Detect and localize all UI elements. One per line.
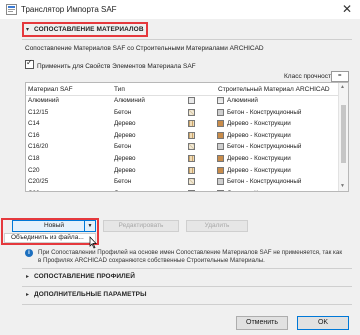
- mouse-cursor-icon: [89, 236, 97, 249]
- saf-hatch-swatch-icon: [188, 131, 195, 139]
- archicad-material-cell[interactable]: Бетон - Конструкционный: [227, 143, 301, 150]
- type-cell: Бетон: [114, 108, 132, 116]
- archicad-material-swatch-icon: [217, 97, 224, 104]
- materials-subtitle: Сопоставление Материалов SAF со Строител…: [25, 45, 264, 52]
- type-cell: Дерево: [114, 190, 136, 191]
- scrollbar-thumb[interactable]: [341, 105, 346, 163]
- saf-material-cell: C20: [28, 166, 40, 174]
- edit-button[interactable]: Редактировать: [103, 220, 179, 232]
- archicad-material-swatch-icon: [217, 154, 224, 162]
- table-row[interactable]: C20 Дерево Дерево - Конструкции: [26, 165, 340, 177]
- saf-material-cell: C22: [28, 190, 40, 191]
- section-divider: [22, 39, 352, 40]
- chevron-right-icon: ▸: [26, 274, 30, 280]
- archicad-material-cell[interactable]: Бетон - Конструкционный: [227, 109, 301, 116]
- column-header-type[interactable]: Тип: [114, 86, 125, 93]
- type-cell: Дерево: [114, 131, 136, 139]
- saf-hatch-swatch-icon: [188, 178, 195, 186]
- table-row[interactable]: C20/25 Бетон Бетон - Конструкционный: [26, 176, 340, 188]
- archicad-material-swatch-icon: [217, 143, 224, 151]
- saf-hatch-swatch-icon: [188, 97, 195, 104]
- type-cell: Дерево: [114, 166, 136, 174]
- table-row[interactable]: C16/20 Бетон Бетон - Конструкционный: [26, 141, 340, 153]
- close-icon[interactable]: ✕: [340, 2, 354, 16]
- table-row[interactable]: C22 Дерево Дерево - Конструкции: [26, 188, 340, 191]
- table-scrollbar[interactable]: ▲ ▼: [338, 83, 348, 191]
- materials-section-header[interactable]: ▾ СОПОСТАВЛЕНИЕ МАТЕРИАЛОВ: [26, 26, 144, 37]
- section-divider: [22, 304, 352, 305]
- extra-params-section-header[interactable]: ▸ ДОПОЛНИТЕЛЬНЫЕ ПАРАМЕТРЫ: [26, 291, 147, 302]
- archicad-material-swatch-icon: [217, 178, 224, 186]
- chevron-down-icon[interactable]: ▼: [84, 221, 95, 231]
- window-title: Транслятор Импорта SAF: [21, 5, 117, 14]
- saf-material-cell: C14: [28, 120, 40, 128]
- chevron-right-icon: ▸: [26, 292, 30, 298]
- section-divider: [22, 286, 352, 287]
- saf-material-cell: C16: [28, 131, 40, 139]
- checkbox-checked-icon[interactable]: [25, 58, 34, 69]
- section-divider: [22, 268, 352, 269]
- table-row[interactable]: C16 Дерево Дерево - Конструкции: [26, 130, 340, 142]
- materials-table: Материал SAF Тип Строительный Материал A…: [25, 82, 349, 192]
- table-body: Алюминий Алюминий Алюминий C12/15 Бетон Бетон…: [26, 95, 340, 191]
- scroll-down-icon[interactable]: ▼: [340, 183, 345, 189]
- saf-hatch-swatch-icon: [188, 108, 195, 116]
- table-row[interactable]: Алюминий Алюминий Алюминий: [26, 95, 340, 107]
- saf-hatch-swatch-icon: [188, 166, 195, 174]
- profiles-section-label: СОПОСТАВЛЕНИЕ ПРОФИЛЕЙ: [34, 273, 136, 280]
- delete-button[interactable]: Удалить: [186, 220, 248, 232]
- apply-checkbox-label: Применить для Свойств Элементов Материал…: [37, 63, 196, 70]
- saf-import-dialog: Транслятор Импорта SAF ✕ ▾ СОПОСТАВЛЕНИЕ …: [0, 0, 360, 335]
- title-bar: Транслятор Импорта SAF ✕: [0, 0, 360, 19]
- type-cell: Бетон: [114, 178, 132, 186]
- archicad-material-swatch-icon: [217, 131, 224, 139]
- archicad-material-cell[interactable]: Алюминий: [227, 97, 258, 104]
- merge-from-file-menu-item[interactable]: Объединить из файла...: [4, 233, 96, 243]
- strength-class-selector[interactable]: =: [331, 71, 349, 82]
- chevron-down-icon: ▾: [26, 27, 30, 33]
- apply-saf-properties-checkbox[interactable]: Применить для Свойств Элементов Материал…: [25, 58, 196, 70]
- archicad-material-cell[interactable]: Дерево - Конструкции: [227, 155, 291, 162]
- archicad-material-swatch-icon: [217, 166, 224, 174]
- archicad-material-swatch-icon: [217, 120, 224, 128]
- archicad-material-swatch-icon: [217, 108, 224, 116]
- archicad-material-cell[interactable]: Дерево - Конструкции: [227, 132, 291, 139]
- saf-material-cell: Алюминий: [28, 97, 59, 104]
- scroll-up-icon[interactable]: ▲: [340, 84, 345, 90]
- saf-hatch-swatch-icon: [188, 154, 195, 162]
- archicad-material-swatch-icon: [217, 189, 224, 191]
- saf-material-cell: C18: [28, 154, 40, 162]
- new-button-label: Новый: [43, 222, 65, 229]
- saf-hatch-swatch-icon: [188, 143, 195, 151]
- archicad-material-cell[interactable]: Бетон - Конструкционный: [227, 178, 301, 185]
- archicad-material-cell[interactable]: Дерево - Конструкции: [227, 190, 291, 191]
- profiles-section-header[interactable]: ▸ СОПОСТАВЛЕНИЕ ПРОФИЛЕЙ: [26, 273, 135, 284]
- app-icon: [6, 4, 17, 15]
- table-row[interactable]: C14 Дерево Дерево - Конструкции: [26, 118, 340, 130]
- extra-params-section-label: ДОПОЛНИТЕЛЬНЫЕ ПАРАМЕТРЫ: [34, 291, 147, 298]
- archicad-material-cell[interactable]: Дерево - Конструкции: [227, 120, 291, 127]
- info-note: При Сопоставлении Профилей на основе име…: [38, 249, 343, 264]
- column-header-saf[interactable]: Материал SAF: [28, 86, 73, 93]
- strength-class-label: Класс прочности: [284, 73, 335, 80]
- type-cell: Дерево: [114, 120, 136, 128]
- info-icon: i: [25, 249, 33, 257]
- cancel-button[interactable]: Отменить: [236, 316, 288, 330]
- type-cell: Алюминий: [114, 97, 145, 104]
- ok-button[interactable]: OK: [297, 316, 349, 330]
- strength-class-value: =: [338, 73, 342, 79]
- saf-material-cell: C20/25: [28, 178, 49, 186]
- saf-hatch-swatch-icon: [188, 189, 195, 191]
- materials-section-label: СОПОСТАВЛЕНИЕ МАТЕРИАЛОВ: [34, 26, 144, 33]
- new-button[interactable]: Новый ▼: [12, 220, 96, 232]
- type-cell: Бетон: [114, 143, 132, 151]
- saf-hatch-swatch-icon: [188, 120, 195, 128]
- saf-material-cell: C16/20: [28, 143, 49, 151]
- type-cell: Дерево: [114, 154, 136, 162]
- table-row[interactable]: C12/15 Бетон Бетон - Конструкционный: [26, 107, 340, 119]
- saf-material-cell: C12/15: [28, 108, 49, 116]
- column-header-archicad[interactable]: Строительный Материал ARCHICAD: [218, 86, 330, 93]
- archicad-material-cell[interactable]: Дерево - Конструкции: [227, 167, 291, 174]
- table-row[interactable]: C18 Дерево Дерево - Конструкции: [26, 153, 340, 165]
